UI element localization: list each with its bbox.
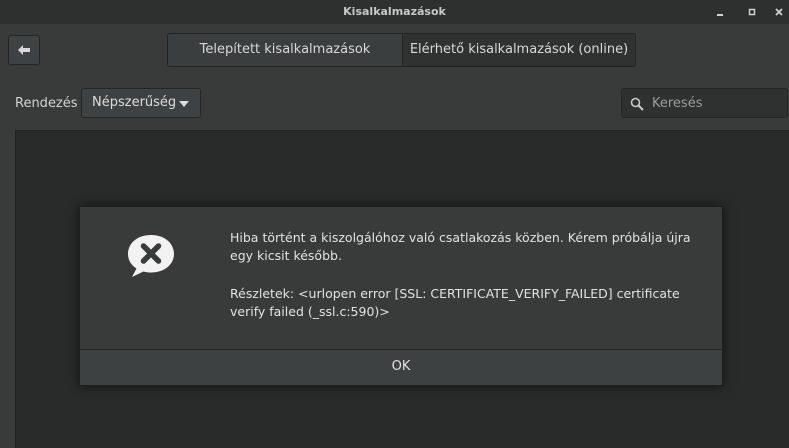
toolbar: Rendezés Népszerűség bbox=[0, 76, 789, 130]
close-icon[interactable] bbox=[772, 5, 786, 19]
window-title: Kisalkalmazások bbox=[343, 5, 446, 18]
sort-label: Rendezés bbox=[15, 96, 78, 111]
error-details: Részletek: <urlopen error [SSL: CERTIFIC… bbox=[230, 286, 680, 319]
title-bar[interactable]: Kisalkalmazások bbox=[0, 0, 789, 24]
search-box[interactable] bbox=[621, 88, 788, 118]
error-text: Hiba történt a kiszolgálóhoz való csatla… bbox=[230, 230, 691, 263]
applets-window: Kisalkalmazások Telepített kisalkalmazás… bbox=[0, 0, 789, 448]
tab-available-applets[interactable]: Elérhető kisalkalmazások (online) bbox=[403, 33, 636, 67]
error-message: Hiba történt a kiszolgálóhoz való csatla… bbox=[230, 229, 700, 341]
tab-bar: Telepített kisalkalmazások Elérhető kisa… bbox=[167, 33, 636, 67]
search-icon bbox=[630, 96, 644, 111]
tab-installed-applets[interactable]: Telepített kisalkalmazások bbox=[167, 33, 403, 67]
back-button[interactable] bbox=[8, 35, 40, 65]
error-dialog: Hiba történt a kiszolgálóhoz való csatla… bbox=[79, 206, 723, 386]
search-input[interactable] bbox=[652, 93, 782, 113]
maximize-icon[interactable] bbox=[745, 5, 759, 19]
minimize-icon[interactable] bbox=[713, 5, 727, 19]
caret-down-icon bbox=[179, 101, 189, 107]
header-bar: Telepített kisalkalmazások Elérhető kisa… bbox=[0, 24, 789, 76]
error-speech-bubble-icon bbox=[126, 233, 176, 279]
arrow-left-icon bbox=[17, 41, 31, 60]
sort-value: Népszerűség bbox=[92, 95, 177, 110]
ok-button[interactable]: OK bbox=[80, 349, 722, 385]
sort-dropdown[interactable]: Népszerűség bbox=[81, 88, 201, 118]
